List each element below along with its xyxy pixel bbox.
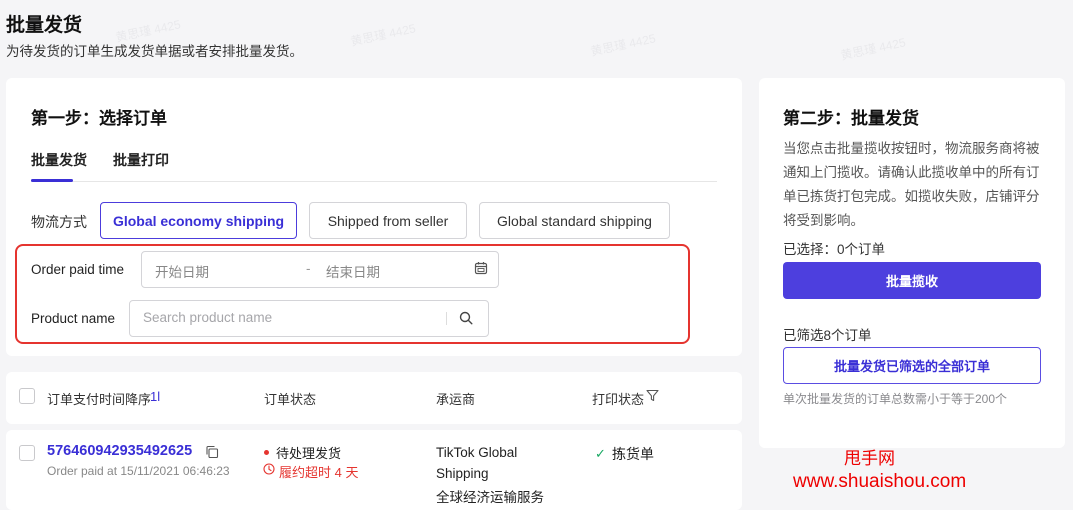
page-title: 批量发货 [6, 15, 83, 36]
check-icon: ✓ [595, 446, 606, 461]
filtered-count: 已筛选8个订单 [783, 328, 872, 343]
calendar-icon[interactable] [474, 261, 488, 275]
step2-title: 第二步：批量发货 [783, 109, 919, 128]
shipping-option-global-economy[interactable]: Global economy shipping [100, 202, 297, 239]
step2-description: 当您点击批量揽收按钮时，物流服务商将被通知上门揽收。请确认此揽收单中的所有订单已… [783, 141, 1040, 228]
column-carrier: 承运商 [436, 392, 476, 407]
date-separator: - [306, 261, 311, 276]
start-date-field[interactable]: 开始日期 [155, 261, 209, 281]
column-print-status: 打印状态 [592, 392, 645, 407]
step1-title: 第一步：选择订单 [31, 109, 167, 128]
watermark-text: 黄思瑾 4425 [349, 21, 417, 49]
tabs-divider [31, 181, 717, 182]
copy-icon[interactable] [205, 445, 219, 459]
selected-count: 已选择：0个订单 [783, 242, 886, 257]
order-paid-time-label: Order paid time [31, 262, 125, 277]
shipping-option-shipped-from-seller[interactable]: Shipped from seller [309, 202, 467, 239]
carrier-line: 全球经济运输服务 [436, 490, 544, 505]
site-watermark-url: www.shuaishou.com [793, 471, 967, 492]
column-order-status: 订单状态 [264, 392, 317, 407]
filter-icon[interactable] [646, 389, 659, 402]
watermark-text: 黄思瑾 4425 [839, 35, 907, 63]
print-status: 拣货单 [612, 446, 654, 462]
column-order-time-sort[interactable]: 订单支付时间降序 [47, 389, 151, 408]
overdue-badge: 履约超时 4 天 [279, 465, 359, 480]
ship-all-filtered-button[interactable]: 批量发货已筛选的全部订单 [783, 347, 1041, 384]
active-tab-indicator [31, 179, 73, 182]
select-all-checkbox[interactable] [19, 388, 35, 404]
bulk-pickup-button[interactable]: 批量揽收 [783, 262, 1041, 299]
shipping-option-global-standard[interactable]: Global standard shipping [479, 202, 670, 239]
order-id-link[interactable]: 576460942935492625 [47, 443, 192, 459]
limit-note: 单次批量发货的订单总数需小于等于200个 [783, 392, 1008, 406]
search-icon[interactable] [459, 311, 473, 325]
order-paid-time: Order paid at 15/11/2021 06:46:23 [47, 464, 230, 478]
tab-bulk-ship[interactable]: 批量发货 [31, 150, 87, 170]
sort-icon[interactable]: 1l [150, 389, 160, 404]
carrier-line: TikTok Global [436, 445, 518, 460]
order-status: 待处理发货 [276, 446, 342, 461]
site-watermark-name: 甩手网 [844, 449, 895, 468]
clock-icon [263, 463, 275, 475]
end-date-field[interactable]: 结束日期 [326, 261, 380, 281]
carrier-line: Shipping [436, 466, 489, 481]
page-subtitle: 为待发货的订单生成发货单据或者安排批量发货。 [6, 44, 303, 59]
watermark-text: 黄思瑾 4425 [589, 31, 657, 59]
search-divider [446, 312, 447, 325]
shipping-method-label: 物流方式 [31, 214, 87, 230]
row-checkbox[interactable] [19, 445, 35, 461]
status-dot-icon [264, 450, 269, 455]
product-search-input[interactable] [143, 310, 433, 325]
tab-bulk-print[interactable]: 批量打印 [113, 150, 169, 170]
product-name-label: Product name [31, 311, 116, 326]
